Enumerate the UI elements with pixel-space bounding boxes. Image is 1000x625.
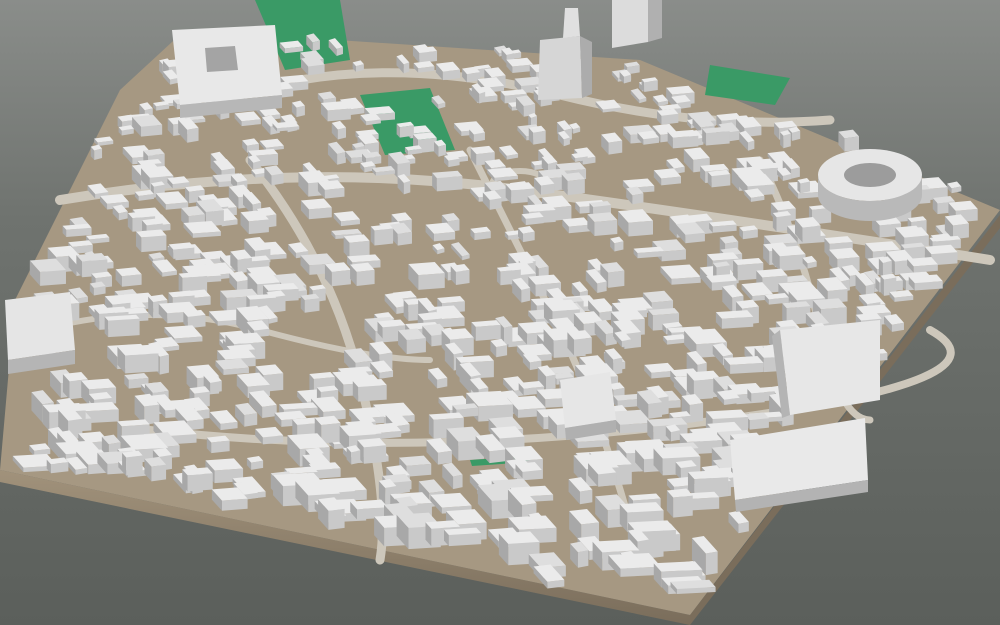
- building-block: [432, 170, 463, 192]
- building-block: [561, 172, 585, 196]
- building-block: [908, 274, 943, 291]
- building-block: [521, 212, 544, 226]
- building-block: [90, 144, 103, 161]
- building-block: [343, 234, 370, 259]
- building-block: [744, 412, 769, 430]
- building-block: [300, 293, 320, 313]
- building-block: [62, 223, 92, 238]
- building-block: [350, 262, 375, 286]
- building-block: [115, 267, 142, 287]
- building-block: [907, 257, 938, 273]
- city-model-3d[interactable]: [0, 0, 1000, 625]
- building-block: [346, 445, 361, 465]
- building-block: [667, 129, 699, 149]
- building-block: [413, 61, 435, 73]
- tower-north: [612, 0, 662, 48]
- building-block: [89, 281, 106, 296]
- building-block: [764, 292, 789, 305]
- large-hall-east: [772, 320, 880, 418]
- building-block: [715, 310, 754, 329]
- building-block: [587, 212, 618, 236]
- building-block: [739, 225, 758, 240]
- building-block: [707, 169, 731, 188]
- building-block: [633, 246, 664, 259]
- building-block: [246, 456, 264, 470]
- building-block: [709, 220, 737, 233]
- building-block: [370, 224, 394, 246]
- building-block: [641, 77, 658, 93]
- building-block: [168, 242, 195, 259]
- building-block: [567, 330, 592, 356]
- building-block: [357, 437, 387, 464]
- building-block: [506, 57, 534, 74]
- building-block: [117, 344, 159, 374]
- building-block: [104, 314, 140, 338]
- building-block: [46, 457, 69, 474]
- block-northwest-courtyard: [172, 25, 282, 118]
- building-block: [122, 450, 143, 476]
- building-block: [528, 125, 546, 145]
- building-block: [396, 121, 414, 138]
- building-block: [320, 101, 351, 122]
- building-block: [324, 262, 351, 287]
- map-viewport[interactable]: [0, 0, 1000, 625]
- church-tower: [538, 8, 592, 100]
- office-block-central: [560, 372, 616, 440]
- building-block: [415, 46, 438, 64]
- building-block: [666, 488, 693, 518]
- building-block: [444, 527, 482, 547]
- building-block: [797, 178, 810, 194]
- building-block: [702, 126, 730, 146]
- building-block: [182, 467, 213, 492]
- rotunda-building: [818, 149, 922, 221]
- building-block: [352, 379, 387, 402]
- building-block: [657, 108, 679, 125]
- building-block: [136, 229, 167, 253]
- building-block: [470, 226, 491, 241]
- building-block: [889, 290, 914, 302]
- building-block: [134, 189, 154, 201]
- building-block: [471, 320, 501, 341]
- building-block: [450, 264, 470, 286]
- building-block: [772, 245, 806, 271]
- building-block: [780, 130, 791, 149]
- building-block: [670, 579, 716, 595]
- building-block: [723, 356, 764, 374]
- block-west-edge: [5, 292, 75, 374]
- building-block: [206, 435, 230, 454]
